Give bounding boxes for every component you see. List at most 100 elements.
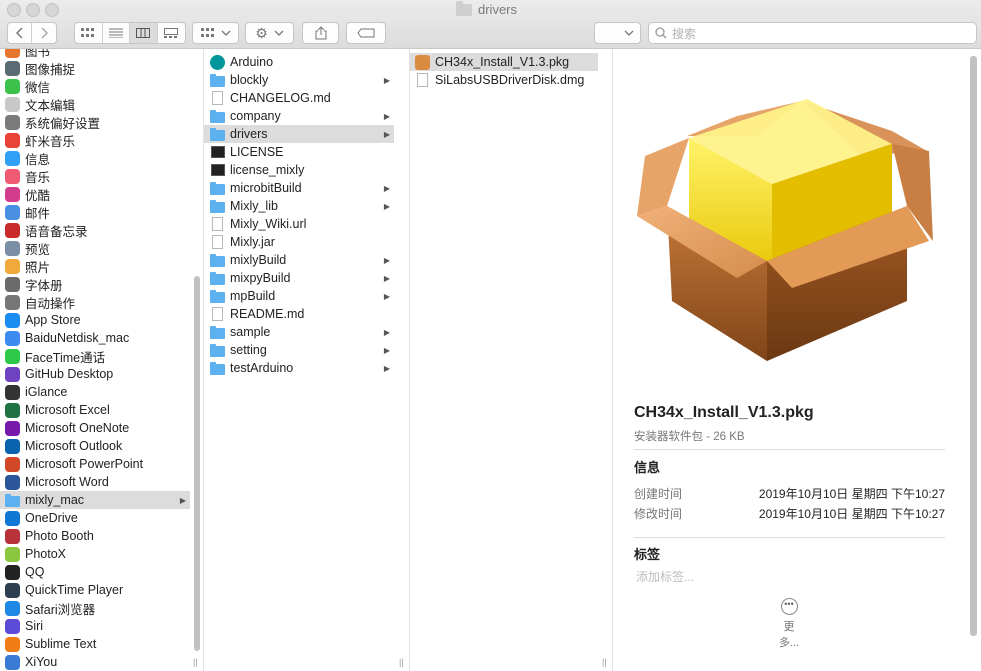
- file-item-license[interactable]: LICENSE: [204, 143, 394, 161]
- folder-icon: [210, 361, 225, 376]
- app-item-item[interactable]: 字体册: [0, 275, 190, 293]
- file-item-drivers[interactable]: drivers ▶: [204, 125, 394, 143]
- file-item-mixlybuild[interactable]: mixlyBuild ▶: [204, 251, 394, 269]
- chevron-down-icon: [274, 30, 284, 36]
- file-item-testarduino[interactable]: testArduino ▶: [204, 359, 394, 377]
- app-item-item[interactable]: 音乐: [0, 167, 190, 185]
- app-item-xiyou[interactable]: XiYou: [0, 653, 190, 671]
- app-item-item[interactable]: 自动操作: [0, 293, 190, 311]
- app-item-microsoft-word[interactable]: Microsoft Word: [0, 473, 190, 491]
- app-item-app-store[interactable]: App Store: [0, 311, 190, 329]
- item-label: Mixly_lib: [230, 199, 278, 213]
- file-item-changelog-md[interactable]: CHANGELOG.md: [204, 89, 394, 107]
- app-item-item[interactable]: 预览: [0, 239, 190, 257]
- app-item-sublime-text[interactable]: Sublime Text: [0, 635, 190, 653]
- app-item-qq[interactable]: QQ: [0, 563, 190, 581]
- app-item-iglance[interactable]: iGlance: [0, 383, 190, 401]
- app-item-item[interactable]: 图书: [0, 49, 190, 59]
- app-item-photo-booth[interactable]: Photo Booth: [0, 527, 190, 545]
- app-item-item[interactable]: 图像捕捉: [0, 59, 190, 77]
- github-icon: [5, 366, 20, 382]
- app-item-item[interactable]: 邮件: [0, 203, 190, 221]
- tags-button[interactable]: [346, 22, 386, 44]
- close-window-button[interactable]: [7, 3, 21, 17]
- dropbox-dropdown[interactable]: [594, 22, 641, 44]
- app-item-safari[interactable]: Safari浏览器: [0, 599, 190, 617]
- item-label: SiLabsUSBDriverDisk.dmg: [435, 73, 585, 87]
- document-icon: [210, 91, 225, 106]
- icon-view-button[interactable]: [75, 23, 103, 43]
- app-item-baidunetdisk-mac[interactable]: BaiduNetdisk_mac: [0, 329, 190, 347]
- minimize-window-button[interactable]: [26, 3, 40, 17]
- file-item-mixly-jar[interactable]: Mixly.jar: [204, 233, 394, 251]
- app-item-microsoft-onenote[interactable]: Microsoft OneNote: [0, 419, 190, 437]
- item-label: 系统偏好设置: [25, 116, 101, 131]
- file-item-blockly[interactable]: blockly ▶: [204, 71, 394, 89]
- applications-column[interactable]: 图书 图像捕捉 微信文本编辑系统偏好设置 虾米音乐信息 音乐 优酷 邮件 语音备忘录 预览 照片字…: [0, 49, 190, 671]
- automator-icon: [5, 294, 20, 310]
- url-document-icon: [210, 217, 225, 232]
- file-item-mixpybuild[interactable]: mixpyBuild ▶: [204, 269, 394, 287]
- item-label: setting: [230, 343, 267, 357]
- column3-resize-handle[interactable]: ||: [602, 657, 607, 667]
- file-item-sample[interactable]: sample ▶: [204, 323, 394, 341]
- app-item-item[interactable]: 语音备忘录: [0, 221, 190, 239]
- item-label: Microsoft OneNote: [25, 421, 130, 435]
- file-item-readme-md[interactable]: README.md: [204, 305, 394, 323]
- app-item-item[interactable]: 照片: [0, 257, 190, 275]
- drivers-column[interactable]: CH34x_Install_V1.3.pkg SiLabsUSBDriverDis…: [410, 49, 598, 671]
- more-button[interactable]: ••• 更多...: [774, 598, 804, 650]
- item-label: 文本编辑: [25, 98, 76, 113]
- forward-button[interactable]: [32, 23, 56, 43]
- column2-resize-handle[interactable]: ||: [399, 657, 404, 667]
- file-item-arduino[interactable]: Arduino: [204, 53, 394, 71]
- folder-icon: [210, 109, 225, 124]
- driver-item-silabsusbdriverdisk-dmg[interactable]: SiLabsUSBDriverDisk.dmg: [410, 71, 598, 89]
- column-view-button[interactable]: [130, 23, 158, 43]
- file-item-mixly-wiki-url[interactable]: Mixly_Wiki.url: [204, 215, 394, 233]
- app-item-siri[interactable]: Siri: [0, 617, 190, 635]
- action-button[interactable]: ⚙: [245, 22, 294, 44]
- preview-filename: CH34x_Install_V1.3.pkg: [634, 404, 814, 421]
- app-item-item[interactable]: 信息: [0, 149, 190, 167]
- item-label: 信息: [25, 152, 51, 167]
- list-view-button[interactable]: [103, 23, 130, 43]
- file-item-microbitbuild[interactable]: microbitBuild ▶: [204, 179, 394, 197]
- back-button[interactable]: [8, 23, 33, 43]
- file-item-license-mixly[interactable]: license_mixly: [204, 161, 394, 179]
- folder-icon: [210, 253, 225, 268]
- app-item-item[interactable]: 系统偏好设置: [0, 113, 190, 131]
- app-item-quicktime-player[interactable]: QuickTime Player: [0, 581, 190, 599]
- app-item-item[interactable]: 优酷: [0, 185, 190, 203]
- app-item-microsoft-powerpoint[interactable]: Microsoft PowerPoint: [0, 455, 190, 473]
- file-item-mpbuild[interactable]: mpBuild ▶: [204, 287, 394, 305]
- gallery-view-button[interactable]: [158, 23, 185, 43]
- add-tags-field[interactable]: 添加标签...: [636, 568, 694, 585]
- column1-scrollbar[interactable]: [194, 276, 200, 651]
- app-item-item[interactable]: 微信: [0, 77, 190, 95]
- group-button[interactable]: [192, 22, 239, 44]
- app-item-item[interactable]: 虾米音乐: [0, 131, 190, 149]
- app-item-microsoft-outlook[interactable]: Microsoft Outlook: [0, 437, 190, 455]
- app-item-item[interactable]: 文本编辑: [0, 95, 190, 113]
- app-item-microsoft-excel[interactable]: Microsoft Excel: [0, 401, 190, 419]
- app-item-github-desktop[interactable]: GitHub Desktop: [0, 365, 190, 383]
- column1-resize-handle[interactable]: ||: [193, 657, 198, 667]
- app-item-onedrive[interactable]: OneDrive: [0, 509, 190, 527]
- preview-scrollbar[interactable]: [970, 56, 977, 636]
- driver-item-ch34x-install-v1-3-pkg[interactable]: CH34x_Install_V1.3.pkg: [410, 53, 598, 71]
- wechat-icon: [5, 78, 20, 94]
- search-field[interactable]: 搜索: [648, 22, 977, 44]
- item-label: Microsoft PowerPoint: [25, 457, 144, 471]
- modified-label: 修改时间: [634, 507, 683, 521]
- mixly-mac-column[interactable]: Arduino blockly ▶ CHANGELOG.md company ▶ drive…: [204, 49, 394, 671]
- file-item-company[interactable]: company ▶: [204, 107, 394, 125]
- app-item-facetime[interactable]: FaceTime通话: [0, 347, 190, 365]
- zoom-window-button[interactable]: [45, 3, 59, 17]
- share-button[interactable]: [302, 22, 339, 44]
- app-item-photox[interactable]: PhotoX: [0, 545, 190, 563]
- photox-icon: [5, 546, 20, 562]
- file-item-setting[interactable]: setting ▶: [204, 341, 394, 359]
- file-item-mixly-lib[interactable]: Mixly_lib ▶: [204, 197, 394, 215]
- app-item-mixly-mac[interactable]: mixly_mac ▶: [0, 491, 190, 509]
